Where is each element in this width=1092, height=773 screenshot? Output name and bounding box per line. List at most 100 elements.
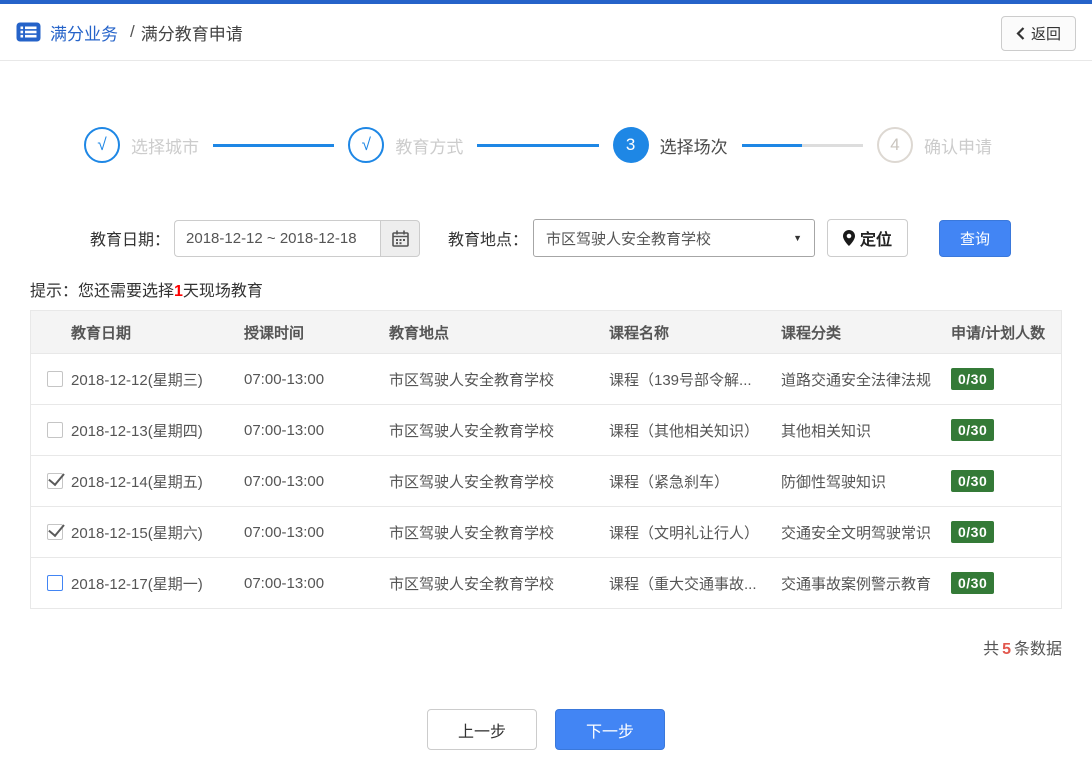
hint-remaining-days: 1 [174, 283, 183, 300]
step-4-label: 确认申请 [923, 137, 992, 157]
header-course-category: 课程分类 [781, 324, 842, 342]
breadcrumb-separator: / [130, 22, 135, 41]
cell-capacity: 0/30 [951, 521, 1061, 543]
locate-button-label: 定位 [860, 232, 893, 249]
calendar-icon[interactable] [380, 219, 421, 257]
query-button[interactable]: 查询 [939, 219, 1012, 257]
education-location-label: 教育地点： [448, 232, 529, 249]
table-row: 2018-12-15(星期六) 07:00-13:00 市区驾驶人安全教育学校 … [31, 506, 1061, 557]
step-4-circle: 4 [876, 127, 913, 163]
cell-capacity: 0/30 [951, 368, 1061, 390]
cell-education-date: 2018-12-13(星期四) [71, 422, 203, 440]
step-education-method: √ 教育方式 [348, 127, 463, 163]
step-3-label: 选择场次 [659, 137, 728, 157]
step-3-circle: 3 [612, 127, 649, 163]
table-row: 2018-12-12(星期三) 07:00-13:00 市区驾驶人安全教育学校 … [31, 353, 1061, 404]
step-connector-2 [477, 143, 599, 147]
back-button-label: 返回 [1030, 26, 1061, 43]
cell-education-location: 市区驾驶人安全教育学校 [389, 422, 555, 440]
row-checkbox[interactable] [47, 524, 63, 540]
cell-capacity: 0/30 [951, 419, 1061, 441]
step-select-city: √ 选择城市 [84, 127, 199, 163]
cell-education-location: 市区驾驶人安全教育学校 [389, 575, 555, 593]
chevron-down-icon: ▼ [793, 233, 803, 243]
step-connector-1 [213, 143, 335, 147]
cell-course-name: 课程（重大交通事故... [609, 575, 757, 593]
summary-prefix: 共 [983, 641, 1000, 658]
checkbox-cell [31, 371, 71, 387]
checkbox-cell [31, 575, 71, 591]
date-range-group [174, 219, 421, 257]
summary-suffix: 条数据 [1013, 641, 1062, 658]
breadcrumb-root[interactable]: 满分业务 [50, 20, 118, 45]
cell-education-date: 2018-12-12(星期三) [71, 371, 203, 389]
cell-capacity: 0/30 [951, 470, 1061, 492]
filter-bar: 教育日期： 教育地点： 市区驾驶人安全教育学校 ▼ 定位 查询 [0, 219, 1092, 257]
table-row: 2018-12-14(星期五) 07:00-13:00 市区驾驶人安全教育学校 … [31, 455, 1061, 506]
previous-step-button[interactable]: 上一步 [427, 709, 537, 750]
back-button[interactable]: 返回 [1000, 16, 1076, 51]
step-1-label: 选择城市 [131, 137, 199, 157]
step-2-circle: √ [348, 127, 385, 163]
chevron-left-icon [1016, 27, 1025, 40]
cell-capacity: 0/30 [951, 572, 1061, 594]
locate-button[interactable]: 定位 [827, 219, 909, 257]
cell-education-location: 市区驾驶人安全教育学校 [389, 524, 555, 542]
cell-class-time: 07:00-13:00 [244, 472, 325, 490]
session-table: 教育日期 授课时间 教育地点 课程名称 课程分类 申请/计划人数 2018-12… [30, 310, 1062, 609]
cell-education-date: 2018-12-15(星期六) [71, 524, 203, 542]
checkbox-cell [31, 524, 71, 540]
breadcrumb: 满分业务 / 满分教育申请 [41, 20, 243, 45]
row-checkbox[interactable] [47, 473, 63, 489]
summary-count: 5 [1002, 641, 1011, 658]
header-applied-planned: 申请/计划人数 [951, 324, 1046, 342]
step-wizard: √ 选择城市 √ 教育方式 3 选择场次 4 确认申请 [0, 127, 1092, 163]
date-range-input[interactable] [174, 219, 381, 257]
capacity-badge: 0/30 [951, 368, 995, 390]
footer-actions: 上一步 下一步 [0, 709, 1092, 750]
cell-education-date: 2018-12-14(星期五) [71, 473, 203, 491]
capacity-badge: 0/30 [951, 572, 995, 594]
cell-class-time: 07:00-13:00 [244, 421, 325, 439]
capacity-badge: 0/30 [951, 521, 995, 543]
capacity-badge: 0/30 [951, 419, 995, 441]
cell-course-category: 防御性驾驶知识 [781, 473, 887, 491]
cell-course-name: 课程（紧急刹车） [609, 473, 730, 491]
cell-education-date: 2018-12-17(星期一) [71, 575, 203, 593]
location-select-value: 市区驾驶人安全教育学校 [546, 230, 712, 248]
cell-class-time: 07:00-13:00 [244, 370, 325, 388]
selection-hint: 提示：您还需要选择1天现场教育 [30, 277, 1092, 301]
step-2-label: 教育方式 [395, 137, 464, 157]
row-checkbox[interactable] [47, 371, 63, 387]
cell-education-location: 市区驾驶人安全教育学校 [389, 371, 555, 389]
list-icon [16, 22, 41, 42]
cell-course-name: 课程（其他相关知识） [609, 422, 760, 440]
cell-education-location: 市区驾驶人安全教育学校 [389, 473, 555, 491]
breadcrumb-current: 满分教育申请 [140, 24, 243, 44]
location-select[interactable]: 市区驾驶人安全教育学校 ▼ [533, 219, 816, 257]
step-select-session: 3 选择场次 [612, 127, 728, 163]
checkbox-cell [31, 473, 71, 489]
map-pin-icon [843, 230, 856, 246]
cell-course-category: 交通安全文明驾驶常识 [781, 524, 932, 542]
cell-course-category: 其他相关知识 [781, 422, 872, 440]
next-step-button[interactable]: 下一步 [555, 709, 665, 750]
table-row: 2018-12-13(星期四) 07:00-13:00 市区驾驶人安全教育学校 … [31, 404, 1061, 455]
capacity-badge: 0/30 [951, 470, 995, 492]
page-header: 满分业务 / 满分教育申请 返回 [0, 4, 1092, 61]
table-body: 2018-12-12(星期三) 07:00-13:00 市区驾驶人安全教育学校 … [31, 353, 1061, 608]
row-checkbox[interactable] [47, 422, 63, 438]
step-connector-3 [741, 143, 863, 147]
header-course-name: 课程名称 [609, 324, 670, 342]
step-confirm-application: 4 确认申请 [876, 127, 992, 163]
checkbox-cell [31, 422, 71, 438]
cell-class-time: 07:00-13:00 [244, 523, 325, 541]
row-checkbox[interactable] [47, 575, 63, 591]
cell-class-time: 07:00-13:00 [244, 574, 325, 592]
education-date-label: 教育日期： [90, 232, 171, 249]
header-class-time: 授课时间 [244, 324, 305, 342]
hint-prefix: 提示：您还需要选择 [30, 283, 175, 300]
record-count-summary: 共 5 条数据 [30, 635, 1062, 659]
header-education-location: 教育地点 [389, 324, 450, 342]
cell-course-name: 课程（文明礼让行人） [609, 524, 760, 542]
